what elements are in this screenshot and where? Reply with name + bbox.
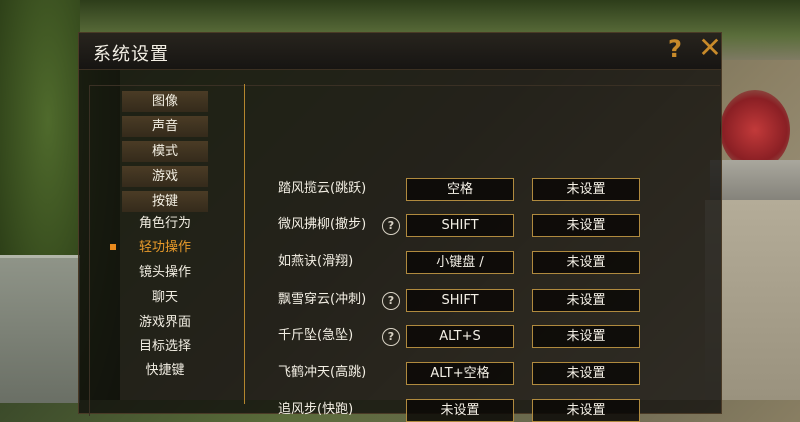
- nav-category-graphics[interactable]: 图像: [122, 91, 208, 112]
- binding-secondary-key[interactable]: 未设置: [532, 251, 640, 274]
- nav-divider: [244, 84, 245, 404]
- binding-primary-key[interactable]: 小键盘 /: [406, 251, 514, 274]
- nav-category-mode[interactable]: 模式: [122, 141, 208, 162]
- binding-label: 追风步(快跑): [278, 402, 354, 417]
- help-icon[interactable]: ?: [663, 37, 687, 61]
- binding-primary-key[interactable]: 空格: [406, 178, 514, 201]
- binding-primary-key[interactable]: SHIFT: [406, 289, 514, 312]
- settings-content: 图像 声音 模式 游戏 按键 角色行为 轻功操作 镜头操作 聊天 游戏界面 目标…: [89, 84, 720, 422]
- title-bar: 系统设置 ? ✕: [79, 33, 723, 70]
- nav-category-keys[interactable]: 按键: [122, 191, 208, 212]
- binding-secondary-key[interactable]: 未设置: [532, 325, 640, 348]
- binding-secondary-key[interactable]: 未设置: [532, 214, 640, 237]
- binding-primary-key[interactable]: 未设置: [406, 399, 514, 422]
- nav-subitem-character-actions[interactable]: 角色行为: [122, 213, 208, 234]
- active-indicator-icon: [110, 244, 116, 250]
- nav-subitem-camera[interactable]: 镜头操作: [122, 262, 208, 283]
- nav-category-sound[interactable]: 声音: [122, 116, 208, 137]
- nav-subitem-game-ui[interactable]: 游戏界面: [122, 312, 208, 333]
- binding-label: 千斤坠(急坠): [278, 328, 354, 343]
- question-circle-icon[interactable]: ?: [382, 328, 400, 346]
- nav-subitem-qinggong[interactable]: 轻功操作: [122, 237, 208, 258]
- binding-primary-key[interactable]: SHIFT: [406, 214, 514, 237]
- stone-railing-left: [0, 255, 80, 403]
- binding-primary-key[interactable]: ALT+空格: [406, 362, 514, 385]
- binding-label: 如燕诀(滑翔): [278, 254, 354, 269]
- stone-railing-right: [710, 160, 800, 200]
- nav-subitem-chat[interactable]: 聊天: [122, 287, 208, 308]
- binding-secondary-key[interactable]: 未设置: [532, 362, 640, 385]
- binding-primary-key[interactable]: ALT+S: [406, 325, 514, 348]
- nav-subitem-shortcuts[interactable]: 快捷键: [122, 360, 208, 381]
- binding-label: 飘雪穿云(冲刺): [278, 292, 367, 307]
- settings-window: 系统设置 ? ✕ 图像 声音 模式 游戏 按键 角色行为 轻功操作 镜头操作 聊…: [78, 32, 723, 422]
- nav-category-game[interactable]: 游戏: [122, 166, 208, 187]
- question-circle-icon[interactable]: ?: [382, 292, 400, 310]
- binding-label: 踏风揽云(跳跃): [278, 181, 367, 196]
- close-icon[interactable]: ✕: [697, 34, 723, 62]
- binding-label: 微风拂柳(撤步): [278, 217, 367, 232]
- question-circle-icon[interactable]: ?: [382, 217, 400, 235]
- binding-secondary-key[interactable]: 未设置: [532, 289, 640, 312]
- nav-subitem-target-select[interactable]: 目标选择: [122, 336, 208, 357]
- binding-secondary-key[interactable]: 未设置: [532, 399, 640, 422]
- binding-label: 飞鹤冲天(高跳): [278, 365, 367, 380]
- red-tree: [720, 90, 790, 170]
- window-title: 系统设置: [93, 44, 169, 65]
- binding-secondary-key[interactable]: 未设置: [532, 178, 640, 201]
